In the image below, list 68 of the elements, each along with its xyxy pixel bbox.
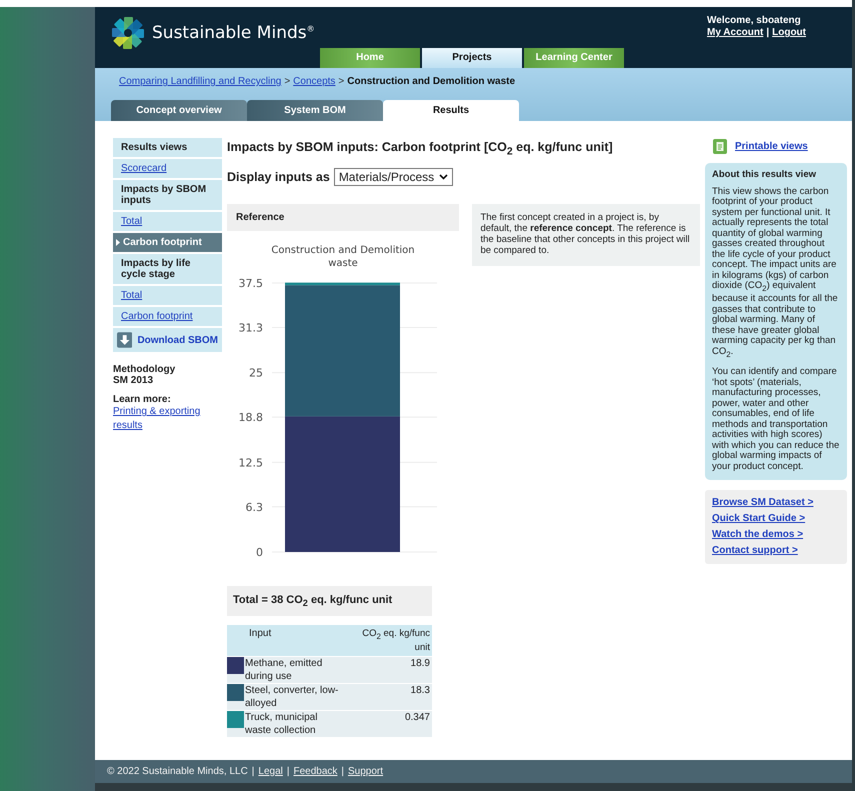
section-tab[interactable]: System BOM [247,100,383,121]
footer-link[interactable]: Legal [258,766,283,777]
nav-item[interactable]: Carbon footprint [113,233,222,254]
triangle-icon [116,239,120,246]
info-paragraph: You can identify and compare ‘hot spots’ (materials, manufacturing processes, power, water and other consumables, end of life methods and transportation activities with high scores) with which you can reduce the global warming impacts of your product concept. [712,367,840,472]
methodology-value: SM 2013 [113,375,154,386]
axis-tick-label: 37.5 [238,276,263,290]
reference-note: The first concept created in a project is, by default, the reference concept. The reference is the baseline that other concepts in this project will be compared to. [472,204,700,266]
download-button[interactable]: Download SBOM [113,328,222,352]
axis-tick-label: 18.8 [238,410,263,424]
help-link[interactable]: Browse SM Dataset > [712,495,840,512]
pinwheel-logo-icon [109,14,147,52]
section-tab[interactable]: Concept overview [111,100,247,121]
info-paragraph: This view shows the carbon footprint of your product system per functional unit. It actually represents the total quantity of global warming gasses created throughout the life cycle of your product concept. The impact units are in kilograms (kgs) of carbon dioxide (CO$_{2}$) equivalent because it accounts for all the gasses that contribute to global warming. Many of these have greater global warming capacity per kg than CO$_{2}$. [712,186,839,360]
footer-link[interactable]: Support [348,766,384,777]
separator: | [341,766,344,777]
axis-tick-label: 31.3 [238,320,263,334]
separator: > [284,76,290,87]
nav-heading: Impacts by life cycle stage [113,254,222,286]
column-header: CO$_{2}$ eq. kg/func unit [346,624,432,656]
separator: | [286,766,290,777]
breadcrumb-link[interactable]: Concepts [293,76,336,87]
account-link[interactable]: My Account [707,27,764,39]
info-title: About this results view [712,170,817,180]
learn-more-label: Learn more: [113,394,172,405]
table-cell: 18.9 [346,656,432,684]
axis-tick-label: 25 [249,366,263,380]
nav-link[interactable]: Total [113,286,222,307]
document-icon [713,138,727,154]
nav-link[interactable]: Scorecard [113,159,222,180]
methodology-label: Methodology [113,364,176,375]
nav-heading: Impacts by SBOM inputs [113,180,222,212]
axis-tick-label: 0 [256,546,263,558]
printable-views-link[interactable]: Printable views [735,140,808,152]
page-title: Impacts by SBOM inputs: Carbon footprint [CO$_{2}$ eq. kg/func unit] [227,140,614,158]
display-select[interactable]: Materials/Process [334,168,454,186]
column-header: Input [227,624,346,656]
table-cell: Steel, converter, low-alloyed [244,683,346,710]
help-link[interactable]: Contact support > [712,543,840,560]
display-label: Display inputs as [227,170,330,184]
chart-title: Construction and Demolition waste [271,244,415,268]
download-icon [117,332,132,348]
reference-heading: Reference [227,204,460,230]
nav-link[interactable]: Carbon footprint [113,307,222,328]
separator: | [766,27,770,39]
table-cell: 18.3 [346,683,432,710]
table-cell: Truck, municipal waste collection [244,710,346,737]
chevron-icon [439,174,448,180]
breadcrumb-link[interactable]: Comparing Landfilling and Recycling [119,76,282,87]
axis-tick-label: 6.3 [246,500,263,514]
breadcrumb-current: Construction and Demolition waste [347,76,516,87]
total-text: Total = 38 CO$_{2}$ eq. kg/func unit [227,586,432,616]
copyright-text: © 2022 Sustainable Minds, LLC [107,766,248,777]
logo-text: Sustainable Minds$^{®}$ [152,23,315,43]
nav-heading: Results views [113,138,222,159]
printing-link[interactable]: Printing & exporting results [113,405,222,433]
table-cell: Methane, emitted during use [244,656,346,684]
section-tab[interactable]: Results [383,100,519,121]
separator: > [338,76,344,87]
account-link[interactable]: Logout [772,27,806,39]
welcome-text: Welcome, sboateng [707,15,802,27]
axis-tick-label: 12.5 [238,456,263,469]
nav-tab[interactable]: Projects [422,48,522,68]
help-link[interactable]: Quick Start Guide > [712,511,840,528]
help-link[interactable]: Watch the demos > [712,527,840,544]
table-cell: 0.347 [346,710,432,737]
separator: | [252,766,254,777]
footer-link[interactable]: Feedback [293,766,338,777]
